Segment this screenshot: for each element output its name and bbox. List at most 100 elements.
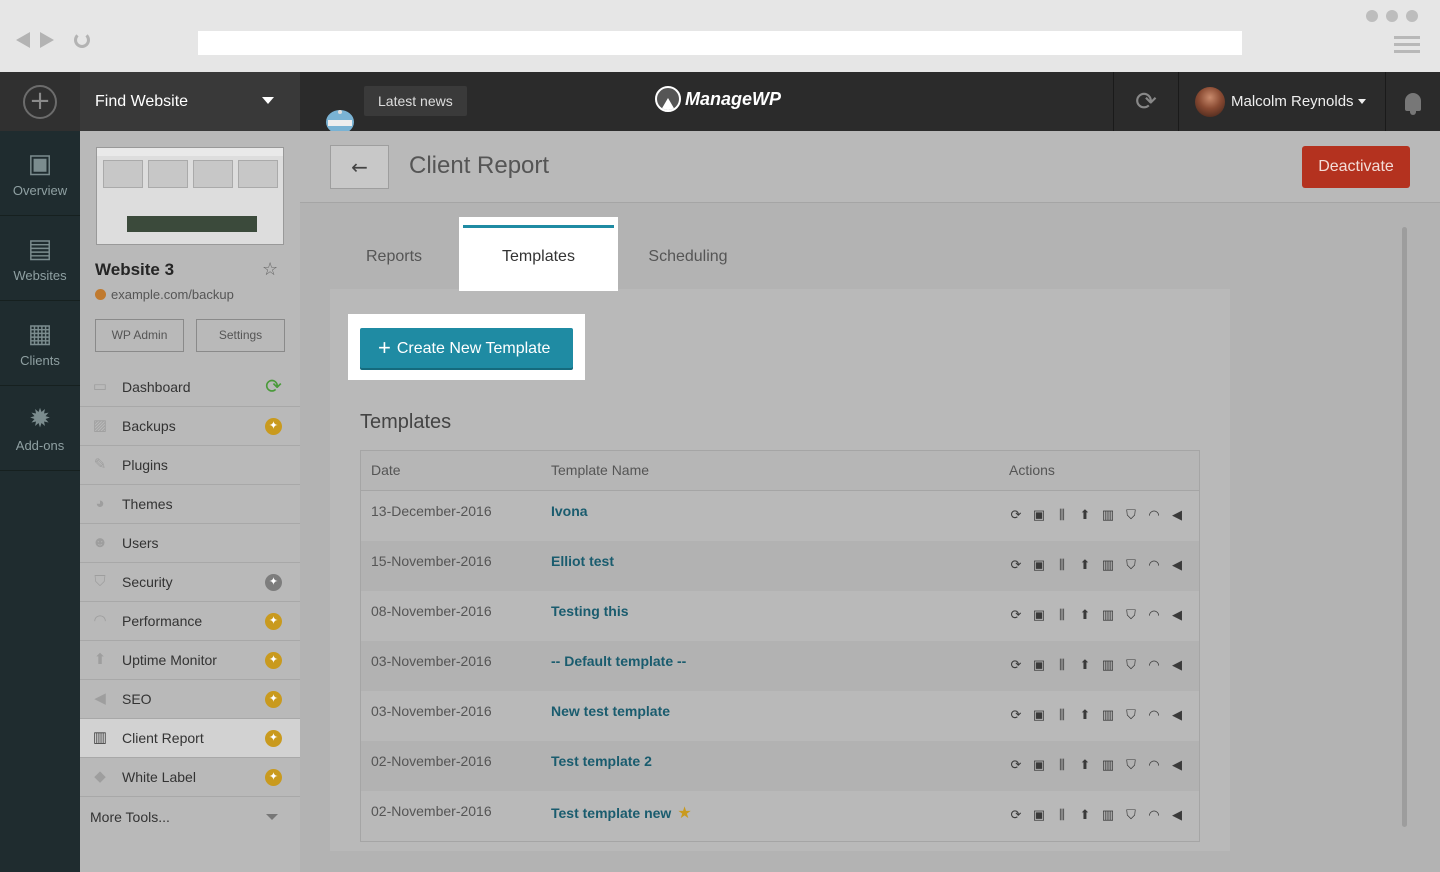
- reload-icon[interactable]: [74, 32, 90, 48]
- template-name-link[interactable]: Test template new ★: [551, 803, 692, 823]
- sliders-icon[interactable]: ⫼: [1054, 557, 1070, 573]
- sidebar-item-white-label[interactable]: ◆ White Label ✦: [80, 758, 300, 797]
- nav-clients[interactable]: ▦ Clients: [0, 301, 80, 386]
- backup-icon[interactable]: ▣: [1031, 707, 1047, 723]
- chart-icon[interactable]: ▥: [1100, 657, 1116, 673]
- arrow-up-icon[interactable]: ⬆: [1077, 707, 1093, 723]
- megaphone-icon[interactable]: ◀: [1169, 757, 1185, 773]
- sidebar-item-users[interactable]: ☻ Users: [80, 524, 300, 563]
- refresh-icon[interactable]: ⟳: [1008, 807, 1024, 823]
- chart-icon[interactable]: ▥: [1100, 507, 1116, 523]
- more-tools-toggle[interactable]: More Tools...: [80, 797, 300, 836]
- gauge-icon[interactable]: ◠: [1146, 507, 1162, 523]
- sidebar-item-uptime-monitor[interactable]: ⬆ Uptime Monitor ✦: [80, 641, 300, 680]
- sidebar-item-plugins[interactable]: ✎ Plugins: [80, 446, 300, 485]
- template-name-link[interactable]: Ivona: [551, 503, 588, 519]
- sidebar-item-performance[interactable]: ◠ Performance ✦: [80, 602, 300, 641]
- refresh-icon[interactable]: ⟳: [1008, 657, 1024, 673]
- site-thumbnail[interactable]: [96, 147, 284, 245]
- megaphone-icon[interactable]: ◀: [1169, 657, 1185, 673]
- shield-icon[interactable]: ⛉: [1123, 507, 1139, 523]
- sidebar-item-dashboard[interactable]: ▭ Dashboard ⟳: [80, 368, 300, 407]
- megaphone-icon[interactable]: ◀: [1169, 707, 1185, 723]
- sliders-icon[interactable]: ⫼: [1054, 757, 1070, 773]
- sidebar-item-seo[interactable]: ◀ SEO ✦: [80, 680, 300, 719]
- sidebar-item-backups[interactable]: ▨ Backups ✦: [80, 407, 300, 446]
- scrollbar[interactable]: [1402, 227, 1407, 827]
- chart-icon[interactable]: ▥: [1100, 557, 1116, 573]
- backup-icon[interactable]: ▣: [1031, 757, 1047, 773]
- wp-admin-button[interactable]: WP Admin: [95, 319, 184, 352]
- back-button[interactable]: ←: [330, 145, 389, 189]
- shield-icon[interactable]: ⛉: [1123, 657, 1139, 673]
- arrow-up-icon[interactable]: ⬆: [1077, 507, 1093, 523]
- tab-reports[interactable]: Reports: [330, 217, 458, 291]
- find-website-dropdown[interactable]: Find Website: [80, 72, 300, 131]
- tab-templates[interactable]: Templates: [459, 217, 618, 291]
- favorite-star-icon[interactable]: ☆: [262, 259, 278, 280]
- refresh-icon[interactable]: ⟳: [1008, 557, 1024, 573]
- template-name-link[interactable]: -- Default template --: [551, 653, 686, 669]
- deactivate-button[interactable]: Deactivate: [1302, 146, 1410, 188]
- url-bar[interactable]: [198, 31, 1242, 55]
- sliders-icon[interactable]: ⫼: [1054, 657, 1070, 673]
- refresh-icon[interactable]: ⟳: [1008, 707, 1024, 723]
- site-url[interactable]: example.com/backup: [95, 287, 234, 302]
- shield-icon[interactable]: ⛉: [1123, 607, 1139, 623]
- template-name-link[interactable]: New test template: [551, 703, 670, 719]
- nav-websites[interactable]: ▤ Websites: [0, 216, 80, 301]
- nav-addons[interactable]: ✹ Add-ons: [0, 386, 80, 471]
- refresh-icon[interactable]: ⟳: [1008, 607, 1024, 623]
- user-menu[interactable]: Malcolm Reynolds: [1180, 72, 1385, 131]
- megaphone-icon[interactable]: ◀: [1169, 507, 1185, 523]
- gauge-icon[interactable]: ◠: [1146, 807, 1162, 823]
- chart-icon[interactable]: ▥: [1100, 807, 1116, 823]
- megaphone-icon[interactable]: ◀: [1169, 607, 1185, 623]
- settings-button[interactable]: Settings: [196, 319, 285, 352]
- sync-button[interactable]: ⟳: [1113, 72, 1179, 131]
- backup-icon[interactable]: ▣: [1031, 557, 1047, 573]
- menu-icon[interactable]: [1394, 36, 1420, 57]
- arrow-up-icon[interactable]: ⬆: [1077, 607, 1093, 623]
- forward-arrow-icon[interactable]: [40, 32, 54, 48]
- chart-icon[interactable]: ▥: [1100, 607, 1116, 623]
- nav-overview[interactable]: ▣ Overview: [0, 131, 80, 216]
- gauge-icon[interactable]: ◠: [1146, 707, 1162, 723]
- sliders-icon[interactable]: ⫼: [1054, 807, 1070, 823]
- sliders-icon[interactable]: ⫼: [1054, 707, 1070, 723]
- template-name-link[interactable]: Elliot test: [551, 553, 614, 569]
- notifications-button[interactable]: [1385, 72, 1440, 131]
- create-new-template-button[interactable]: + Create New Template: [360, 328, 573, 368]
- gauge-icon[interactable]: ◠: [1146, 757, 1162, 773]
- shield-icon[interactable]: ⛉: [1123, 557, 1139, 573]
- megaphone-icon[interactable]: ◀: [1169, 557, 1185, 573]
- backup-icon[interactable]: ▣: [1031, 607, 1047, 623]
- sliders-icon[interactable]: ⫼: [1054, 607, 1070, 623]
- arrow-up-icon[interactable]: ⬆: [1077, 757, 1093, 773]
- backup-icon[interactable]: ▣: [1031, 507, 1047, 523]
- template-name-link[interactable]: Testing this: [551, 603, 629, 619]
- gauge-icon[interactable]: ◠: [1146, 557, 1162, 573]
- latest-news-button[interactable]: Latest news: [364, 86, 467, 116]
- sliders-icon[interactable]: ⫼: [1054, 507, 1070, 523]
- sidebar-item-security[interactable]: ⛉ Security ✦: [80, 563, 300, 602]
- shield-icon[interactable]: ⛉: [1123, 757, 1139, 773]
- arrow-up-icon[interactable]: ⬆: [1077, 557, 1093, 573]
- shield-icon[interactable]: ⛉: [1123, 707, 1139, 723]
- add-website-button[interactable]: +: [0, 72, 80, 131]
- sidebar-item-themes[interactable]: ◕ Themes: [80, 485, 300, 524]
- back-arrow-icon[interactable]: [16, 32, 30, 48]
- sidebar-item-client-report[interactable]: ▥ Client Report ✦: [80, 719, 300, 758]
- backup-icon[interactable]: ▣: [1031, 807, 1047, 823]
- chart-icon[interactable]: ▥: [1100, 757, 1116, 773]
- template-name-link[interactable]: Test template 2: [551, 753, 652, 769]
- tab-scheduling[interactable]: Scheduling: [618, 217, 758, 291]
- arrow-up-icon[interactable]: ⬆: [1077, 807, 1093, 823]
- refresh-icon[interactable]: ⟳: [1008, 507, 1024, 523]
- arrow-up-icon[interactable]: ⬆: [1077, 657, 1093, 673]
- megaphone-icon[interactable]: ◀: [1169, 807, 1185, 823]
- backup-icon[interactable]: ▣: [1031, 657, 1047, 673]
- gauge-icon[interactable]: ◠: [1146, 607, 1162, 623]
- gauge-icon[interactable]: ◠: [1146, 657, 1162, 673]
- refresh-icon[interactable]: ⟳: [1008, 757, 1024, 773]
